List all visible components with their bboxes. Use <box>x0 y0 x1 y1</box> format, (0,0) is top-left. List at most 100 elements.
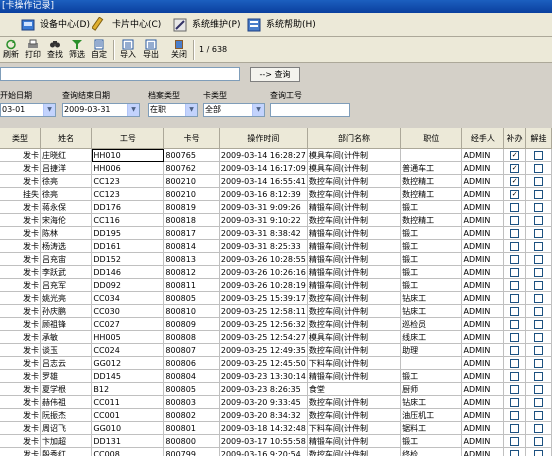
table-cell[interactable]: 数控精工 <box>400 213 463 227</box>
table-cell[interactable]: 锻工 <box>400 252 463 266</box>
export-button[interactable]: 导出 <box>140 38 162 62</box>
checkbox[interactable] <box>534 150 544 160</box>
table-cell[interactable]: 挂失 <box>0 187 41 201</box>
table-cell[interactable]: 发卡 <box>0 421 41 435</box>
table-cell[interactable]: 800812 <box>163 265 220 279</box>
table-cell[interactable]: 数控车间(计件制 <box>307 408 402 422</box>
reissue-checkbox[interactable] <box>503 369 527 383</box>
table-cell[interactable]: 2009-03-16 8:12:39 <box>219 187 308 201</box>
column-header[interactable]: 经手人 <box>461 128 505 149</box>
checkbox[interactable]: ✓ <box>510 189 520 199</box>
table-cell[interactable]: 数控车间(计件制 <box>307 291 402 305</box>
table-cell[interactable]: 数控车间(计件制 <box>307 395 402 409</box>
table-cell[interactable]: 精锻车间(计件制 <box>307 265 402 279</box>
table-cell[interactable]: ADMIN <box>461 395 505 409</box>
table-cell[interactable]: 发卡 <box>0 343 41 357</box>
table-cell[interactable]: HH010 <box>91 148 165 162</box>
table-cell[interactable]: ADMIN <box>461 343 505 357</box>
table-cell[interactable]: 数控车间(计件制 <box>307 447 402 456</box>
table-cell[interactable]: 800806 <box>163 356 220 370</box>
table-cell[interactable]: CC011 <box>91 395 165 409</box>
table-cell[interactable]: ADMIN <box>461 174 505 188</box>
table-row[interactable]: 发卡 陈林 DD195 800817 2009-03-31 8:38:42 精锻车间(计件… <box>0 226 552 240</box>
reissue-checkbox[interactable] <box>503 239 527 253</box>
reissue-checkbox[interactable] <box>503 213 527 227</box>
unlock-checkbox[interactable] <box>525 369 552 383</box>
table-cell[interactable]: 食堂 <box>307 382 402 396</box>
table-cell[interactable]: 2009-03-14 16:17:09 <box>219 161 308 175</box>
table-cell[interactable]: 发卡 <box>0 382 41 396</box>
table-cell[interactable]: 800801 <box>163 421 220 435</box>
table-cell[interactable]: 数控车间(计件制 <box>307 187 402 201</box>
unlock-checkbox[interactable] <box>525 291 552 305</box>
table-cell[interactable]: 2009-03-25 12:58:11 <box>219 304 308 318</box>
reissue-checkbox[interactable] <box>503 226 527 240</box>
checkbox[interactable] <box>534 228 544 238</box>
checkbox[interactable] <box>534 241 544 251</box>
table-cell[interactable]: DD176 <box>91 200 165 214</box>
column-header[interactable]: 解挂 <box>525 128 552 149</box>
checkbox[interactable] <box>534 202 544 212</box>
reissue-checkbox[interactable] <box>503 343 527 357</box>
table-cell[interactable] <box>400 148 463 162</box>
table-cell[interactable]: 杨涛选 <box>40 239 93 253</box>
records-grid[interactable]: 类型 姓名 工号 卡号 操作时间 部门名称 职位 经手人 补办 解挂 发卡 庄晓红 HH010 8007… <box>0 128 552 456</box>
column-header[interactable]: 类型 <box>0 128 41 149</box>
table-cell[interactable]: 蒋永保 <box>40 200 93 214</box>
table-cell[interactable]: ADMIN <box>461 187 505 201</box>
checkbox[interactable] <box>510 397 520 407</box>
table-cell[interactable]: 2009-03-26 10:28:19 <box>219 278 308 292</box>
checkbox[interactable] <box>534 371 544 381</box>
table-cell[interactable]: 精锻车间(计件制 <box>307 226 402 240</box>
table-cell[interactable]: CC034 <box>91 291 165 305</box>
table-cell[interactable] <box>400 356 463 370</box>
table-cell[interactable]: DD145 <box>91 369 165 383</box>
table-cell[interactable]: 庄晓红 <box>40 148 93 162</box>
table-cell[interactable]: 钻床工 <box>400 304 463 318</box>
table-cell[interactable]: 2009-03-31 8:38:42 <box>219 226 308 240</box>
table-cell[interactable]: 发卡 <box>0 317 41 331</box>
table-row[interactable]: 发卡 徐亮 CC123 800210 2009-03-14 16:55:41 数控车间(计… <box>0 174 552 188</box>
reissue-checkbox[interactable] <box>503 278 527 292</box>
table-cell[interactable]: 承敏 <box>40 330 93 344</box>
checkbox[interactable] <box>510 241 520 251</box>
table-cell[interactable]: 精锻车间(计件制 <box>307 200 402 214</box>
unlock-checkbox[interactable] <box>525 187 552 201</box>
table-cell[interactable]: 数控车间(计件制 <box>307 213 402 227</box>
table-cell[interactable]: 吕充宙 <box>40 252 93 266</box>
checkbox[interactable] <box>534 319 544 329</box>
menu-help[interactable]: 系统帮助(H) <box>246 16 316 34</box>
table-cell[interactable]: 发卡 <box>0 395 41 409</box>
table-cell[interactable]: DD152 <box>91 252 165 266</box>
table-cell[interactable]: 2009-03-25 12:56:32 <box>219 317 308 331</box>
table-row[interactable]: 发卡 庄晓红 HH010 800765 2009-03-14 16:28:27 模具车间(… <box>0 148 552 162</box>
table-cell[interactable]: 2009-03-25 12:54:27 <box>219 330 308 344</box>
table-cell[interactable]: 发卡 <box>0 369 41 383</box>
table-cell[interactable]: 数控车间(计件制 <box>307 174 402 188</box>
checkbox[interactable] <box>510 293 520 303</box>
unlock-checkbox[interactable] <box>525 161 552 175</box>
checkbox[interactable] <box>510 449 520 456</box>
table-cell[interactable]: CC030 <box>91 304 165 318</box>
table-cell[interactable]: 2009-03-31 9:09:26 <box>219 200 308 214</box>
table-row[interactable]: 发卡 宋海伦 CC116 800818 2009-03-31 9:10:22 数控车间(计… <box>0 213 552 227</box>
checkbox[interactable] <box>534 306 544 316</box>
table-cell[interactable]: CC008 <box>91 447 165 456</box>
table-cell[interactable]: DD161 <box>91 239 165 253</box>
table-row[interactable]: 发卡 谈玉 CC024 800807 2009-03-25 12:49:35 数控车间(计… <box>0 343 552 357</box>
archive-type-select[interactable]: 在职 ▼ <box>148 103 198 117</box>
table-cell[interactable]: CC027 <box>91 317 165 331</box>
table-cell[interactable]: ADMIN <box>461 291 505 305</box>
checkbox[interactable] <box>510 423 520 433</box>
checkbox[interactable] <box>534 345 544 355</box>
table-cell[interactable]: 发卡 <box>0 291 41 305</box>
table-cell[interactable]: 2009-03-14 16:28:27 <box>219 148 308 162</box>
table-cell[interactable]: 800799 <box>163 447 220 456</box>
column-header[interactable]: 卡号 <box>163 128 220 149</box>
checkbox[interactable] <box>510 436 520 446</box>
table-row[interactable]: 发卡 蒋永保 DD176 800819 2009-03-31 9:09:26 精锻车间(计… <box>0 200 552 214</box>
table-cell[interactable]: 谈玉 <box>40 343 93 357</box>
table-cell[interactable]: 发卡 <box>0 265 41 279</box>
table-cell[interactable]: ADMIN <box>461 356 505 370</box>
table-cell[interactable]: 发卡 <box>0 434 41 448</box>
